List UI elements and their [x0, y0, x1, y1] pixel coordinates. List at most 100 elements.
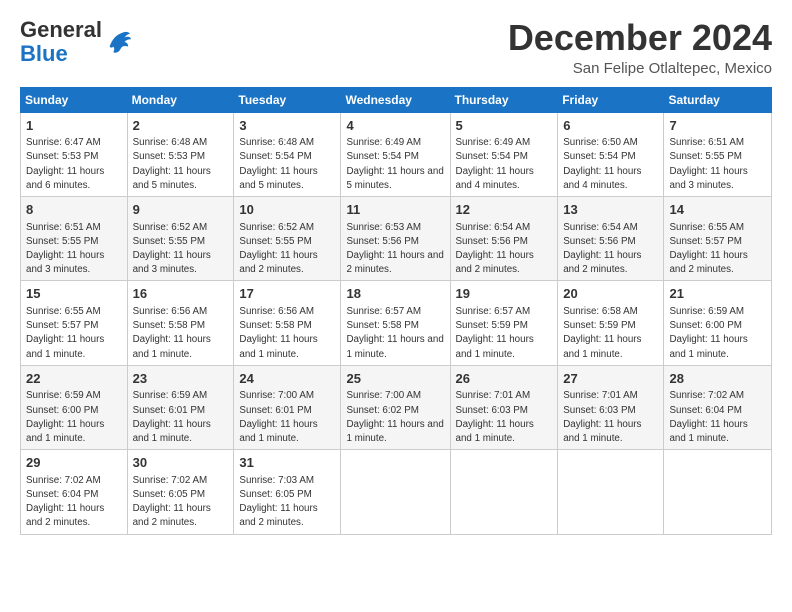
calendar-week-row: 29 Sunrise: 7:02 AMSunset: 6:04 PMDaylig…	[21, 450, 772, 534]
day-number: 19	[456, 285, 553, 303]
calendar-table: SundayMondayTuesdayWednesdayThursdayFrid…	[20, 87, 772, 535]
title-area: December 2024 San Felipe Otlaltepec, Mex…	[508, 18, 772, 77]
day-number: 13	[563, 201, 658, 219]
calendar-week-row: 1 Sunrise: 6:47 AMSunset: 5:53 PMDayligh…	[21, 112, 772, 196]
cell-info: Sunrise: 6:55 AMSunset: 5:57 PMDaylight:…	[669, 222, 747, 276]
day-number: 20	[563, 285, 658, 303]
cell-info: Sunrise: 6:57 AMSunset: 5:58 PMDaylight:…	[346, 306, 443, 360]
calendar-cell: 23 Sunrise: 6:59 AMSunset: 6:01 PMDaylig…	[127, 365, 234, 449]
cell-info: Sunrise: 6:49 AMSunset: 5:54 PMDaylight:…	[346, 137, 443, 191]
calendar-cell	[558, 450, 664, 534]
cell-info: Sunrise: 7:02 AMSunset: 6:04 PMDaylight:…	[26, 475, 104, 529]
weekday-header: Saturday	[664, 87, 772, 112]
weekday-header: Thursday	[450, 87, 558, 112]
cell-info: Sunrise: 6:48 AMSunset: 5:54 PMDaylight:…	[239, 137, 317, 191]
calendar-cell: 25 Sunrise: 7:00 AMSunset: 6:02 PMDaylig…	[341, 365, 450, 449]
cell-info: Sunrise: 7:03 AMSunset: 6:05 PMDaylight:…	[239, 475, 317, 529]
cell-info: Sunrise: 7:00 AMSunset: 6:02 PMDaylight:…	[346, 390, 443, 444]
cell-info: Sunrise: 6:56 AMSunset: 5:58 PMDaylight:…	[133, 306, 211, 360]
calendar-week-row: 22 Sunrise: 6:59 AMSunset: 6:00 PMDaylig…	[21, 365, 772, 449]
calendar-cell: 5 Sunrise: 6:49 AMSunset: 5:54 PMDayligh…	[450, 112, 558, 196]
day-number: 21	[669, 285, 766, 303]
cell-info: Sunrise: 6:48 AMSunset: 5:53 PMDaylight:…	[133, 137, 211, 191]
calendar-cell: 11 Sunrise: 6:53 AMSunset: 5:56 PMDaylig…	[341, 197, 450, 281]
calendar-week-row: 8 Sunrise: 6:51 AMSunset: 5:55 PMDayligh…	[21, 197, 772, 281]
day-number: 22	[26, 370, 122, 388]
day-number: 16	[133, 285, 229, 303]
cell-info: Sunrise: 7:02 AMSunset: 6:05 PMDaylight:…	[133, 475, 211, 529]
calendar-cell: 18 Sunrise: 6:57 AMSunset: 5:58 PMDaylig…	[341, 281, 450, 365]
weekday-header: Monday	[127, 87, 234, 112]
logo-bird-icon	[104, 28, 132, 56]
calendar-cell: 29 Sunrise: 7:02 AMSunset: 6:04 PMDaylig…	[21, 450, 128, 534]
cell-info: Sunrise: 7:01 AMSunset: 6:03 PMDaylight:…	[456, 390, 534, 444]
cell-info: Sunrise: 6:59 AMSunset: 6:00 PMDaylight:…	[26, 390, 104, 444]
logo-line2: Blue	[20, 42, 102, 66]
day-number: 23	[133, 370, 229, 388]
cell-info: Sunrise: 6:51 AMSunset: 5:55 PMDaylight:…	[26, 222, 104, 276]
cell-info: Sunrise: 6:56 AMSunset: 5:58 PMDaylight:…	[239, 306, 317, 360]
calendar-cell: 1 Sunrise: 6:47 AMSunset: 5:53 PMDayligh…	[21, 112, 128, 196]
calendar-cell: 10 Sunrise: 6:52 AMSunset: 5:55 PMDaylig…	[234, 197, 341, 281]
day-number: 27	[563, 370, 658, 388]
cell-info: Sunrise: 6:49 AMSunset: 5:54 PMDaylight:…	[456, 137, 534, 191]
cell-info: Sunrise: 7:01 AMSunset: 6:03 PMDaylight:…	[563, 390, 641, 444]
calendar-cell	[664, 450, 772, 534]
day-number: 14	[669, 201, 766, 219]
logo-text: General Blue	[20, 18, 102, 66]
weekday-header: Friday	[558, 87, 664, 112]
logo-line1: General	[20, 18, 102, 42]
day-number: 5	[456, 117, 553, 135]
cell-info: Sunrise: 6:54 AMSunset: 5:56 PMDaylight:…	[456, 222, 534, 276]
calendar-cell: 31 Sunrise: 7:03 AMSunset: 6:05 PMDaylig…	[234, 450, 341, 534]
header: General Blue December 2024 San Felipe Ot…	[20, 18, 772, 77]
calendar-cell: 7 Sunrise: 6:51 AMSunset: 5:55 PMDayligh…	[664, 112, 772, 196]
calendar-cell: 19 Sunrise: 6:57 AMSunset: 5:59 PMDaylig…	[450, 281, 558, 365]
cell-info: Sunrise: 6:55 AMSunset: 5:57 PMDaylight:…	[26, 306, 104, 360]
cell-info: Sunrise: 6:58 AMSunset: 5:59 PMDaylight:…	[563, 306, 641, 360]
cell-info: Sunrise: 6:52 AMSunset: 5:55 PMDaylight:…	[239, 222, 317, 276]
weekday-header: Tuesday	[234, 87, 341, 112]
calendar-cell: 3 Sunrise: 6:48 AMSunset: 5:54 PMDayligh…	[234, 112, 341, 196]
calendar-cell: 2 Sunrise: 6:48 AMSunset: 5:53 PMDayligh…	[127, 112, 234, 196]
day-number: 12	[456, 201, 553, 219]
cell-info: Sunrise: 6:54 AMSunset: 5:56 PMDaylight:…	[563, 222, 641, 276]
calendar-cell: 14 Sunrise: 6:55 AMSunset: 5:57 PMDaylig…	[664, 197, 772, 281]
calendar-cell: 4 Sunrise: 6:49 AMSunset: 5:54 PMDayligh…	[341, 112, 450, 196]
calendar-cell: 8 Sunrise: 6:51 AMSunset: 5:55 PMDayligh…	[21, 197, 128, 281]
calendar-week-row: 15 Sunrise: 6:55 AMSunset: 5:57 PMDaylig…	[21, 281, 772, 365]
calendar-cell: 17 Sunrise: 6:56 AMSunset: 5:58 PMDaylig…	[234, 281, 341, 365]
calendar-cell: 27 Sunrise: 7:01 AMSunset: 6:03 PMDaylig…	[558, 365, 664, 449]
day-number: 15	[26, 285, 122, 303]
calendar-cell: 13 Sunrise: 6:54 AMSunset: 5:56 PMDaylig…	[558, 197, 664, 281]
cell-info: Sunrise: 6:47 AMSunset: 5:53 PMDaylight:…	[26, 137, 104, 191]
calendar-cell: 6 Sunrise: 6:50 AMSunset: 5:54 PMDayligh…	[558, 112, 664, 196]
day-number: 30	[133, 454, 229, 472]
day-number: 1	[26, 117, 122, 135]
cell-info: Sunrise: 6:52 AMSunset: 5:55 PMDaylight:…	[133, 222, 211, 276]
cell-info: Sunrise: 6:59 AMSunset: 6:00 PMDaylight:…	[669, 306, 747, 360]
day-number: 17	[239, 285, 335, 303]
calendar-cell: 24 Sunrise: 7:00 AMSunset: 6:01 PMDaylig…	[234, 365, 341, 449]
day-number: 2	[133, 117, 229, 135]
cell-info: Sunrise: 7:02 AMSunset: 6:04 PMDaylight:…	[669, 390, 747, 444]
calendar-cell: 28 Sunrise: 7:02 AMSunset: 6:04 PMDaylig…	[664, 365, 772, 449]
day-number: 10	[239, 201, 335, 219]
day-number: 24	[239, 370, 335, 388]
day-number: 7	[669, 117, 766, 135]
location-title: San Felipe Otlaltepec, Mexico	[508, 60, 772, 77]
calendar-cell	[450, 450, 558, 534]
calendar-cell: 9 Sunrise: 6:52 AMSunset: 5:55 PMDayligh…	[127, 197, 234, 281]
calendar-cell: 21 Sunrise: 6:59 AMSunset: 6:00 PMDaylig…	[664, 281, 772, 365]
day-number: 25	[346, 370, 444, 388]
cell-info: Sunrise: 7:00 AMSunset: 6:01 PMDaylight:…	[239, 390, 317, 444]
calendar-cell: 30 Sunrise: 7:02 AMSunset: 6:05 PMDaylig…	[127, 450, 234, 534]
day-number: 28	[669, 370, 766, 388]
calendar-cell: 15 Sunrise: 6:55 AMSunset: 5:57 PMDaylig…	[21, 281, 128, 365]
day-number: 4	[346, 117, 444, 135]
calendar-cell: 12 Sunrise: 6:54 AMSunset: 5:56 PMDaylig…	[450, 197, 558, 281]
day-number: 6	[563, 117, 658, 135]
cell-info: Sunrise: 6:59 AMSunset: 6:01 PMDaylight:…	[133, 390, 211, 444]
calendar-cell	[341, 450, 450, 534]
month-title: December 2024	[508, 18, 772, 58]
